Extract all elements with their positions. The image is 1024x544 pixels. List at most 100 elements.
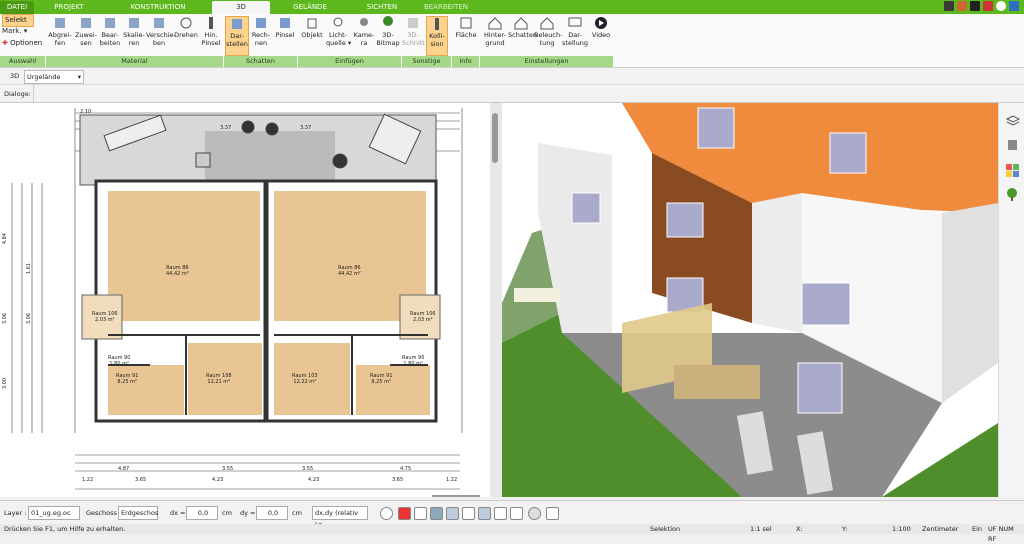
rechnen-button[interactable]: Rech- nen [250, 16, 272, 56]
view-control-bar: 3D Urgelände ▾ [0, 68, 1024, 85]
play-icon [595, 17, 607, 29]
room-label: Raum 108 12,21 m² [206, 373, 232, 385]
chair-icon [307, 18, 317, 29]
dim-bottom-8: 3.65 [392, 477, 404, 483]
terrain-select[interactable]: Urgelände ▾ [24, 70, 84, 84]
kamera-button[interactable]: Kame- ra [352, 16, 376, 56]
view-splitter[interactable] [490, 103, 502, 497]
skalieren-button[interactable]: Skalie- ren [122, 16, 146, 56]
room-label: Raum 86 44,42 m² [166, 265, 189, 277]
color-icon[interactable] [430, 507, 443, 520]
dy-label: dy = [240, 509, 256, 517]
room-label: Raum 106 2,03 m² [410, 311, 436, 323]
record-icon[interactable] [398, 507, 411, 520]
scale-status: 1:100 [892, 525, 911, 533]
dim-bottom-1: 4.87 [118, 466, 130, 472]
drehen-button[interactable]: Drehen [174, 16, 198, 56]
dialog-label: Dialoge: [4, 90, 31, 98]
dim-bottom-4: 4.75 [400, 466, 412, 472]
cut-icon [408, 18, 418, 28]
plane-icon[interactable] [478, 507, 491, 520]
pinsel-button[interactable]: Pinsel [274, 16, 296, 56]
objekt-button[interactable]: Objekt [300, 16, 324, 56]
window-toggle-icon[interactable] [546, 507, 559, 520]
toolbar-icon[interactable] [957, 1, 967, 11]
dim-top-3: 3.37 [300, 125, 312, 131]
layer-select[interactable]: 01_ug.eg.oc [28, 506, 80, 520]
dx-input[interactable]: 0,0 [186, 506, 218, 520]
raster-icon[interactable] [510, 507, 523, 520]
window-icon[interactable] [970, 1, 980, 11]
unit-status: Zentimeter [922, 525, 959, 533]
tab-konstruktion[interactable]: KONSTRUKTION [108, 1, 208, 14]
geschoss-select[interactable]: Erdgeschos [118, 506, 158, 520]
tab-projekt[interactable]: PROJEKT [38, 1, 100, 14]
layers-icon[interactable] [1005, 113, 1020, 128]
optionen-button[interactable]: ✚ Optionen [2, 38, 42, 49]
north-icon[interactable] [528, 507, 541, 520]
darstellung-button[interactable]: Dar- stellung [562, 16, 588, 56]
hin-pinsel-button[interactable]: Hin. Pinsel [200, 16, 222, 56]
dim-bottom-6: 4.23 [212, 477, 224, 483]
cm-label: cm [292, 509, 302, 517]
3d-view[interactable] [502, 103, 998, 497]
edit-icon [105, 18, 115, 28]
help-icon[interactable] [996, 1, 1006, 11]
material-palette-icon[interactable] [1005, 163, 1020, 178]
input-mode-select[interactable]: dx,dy (relativ kz [312, 506, 368, 529]
floor-plan-view[interactable]: 2.10 3.37 3.37 4.87 3.55 3.55 4.75 3.65 … [0, 103, 490, 497]
horizontal-scrollbar[interactable] [432, 495, 480, 497]
floor-plan-canvas [11, 108, 463, 490]
dy-input[interactable]: 0,0 [256, 506, 288, 520]
clock-icon[interactable] [380, 507, 393, 520]
room-label: Raum 90 1,80 m² [402, 355, 425, 367]
dim-bottom-2: 3.55 [222, 466, 234, 472]
grid-icon[interactable] [414, 507, 427, 520]
flaeche-button[interactable]: Fläche [454, 16, 478, 56]
pen-icon[interactable] [944, 1, 954, 11]
tab-3d[interactable]: 3D [212, 1, 270, 14]
render-icon [256, 18, 266, 28]
beleuchtung-button[interactable]: Beleuch- tung [534, 16, 562, 56]
zuweisen-button[interactable]: Zuwei- sen [74, 16, 98, 56]
darstellen-button[interactable]: Dar- stellen [225, 16, 249, 56]
dim-left-4: 1.61 [26, 263, 32, 275]
dim-bottom-9: 1.22 [82, 477, 94, 483]
tab-bearbeiten[interactable]: BEARBEITEN [418, 1, 474, 14]
chair-icon[interactable] [1005, 137, 1020, 152]
3d-bitmap-button[interactable]: 3D- Bitmap [376, 16, 400, 56]
assign-icon [81, 18, 91, 28]
line-icon[interactable] [446, 507, 459, 520]
tab-datei[interactable]: DATEI [0, 1, 34, 14]
snap-icon[interactable] [462, 507, 475, 520]
tab-gelaende[interactable]: GELÄNDE [272, 1, 348, 14]
tab-sichten[interactable]: SICHTEN [350, 1, 414, 14]
vertical-scrollbar[interactable] [492, 113, 498, 163]
room-label: Raum 86 44,42 m² [338, 265, 361, 277]
room-label: Raum 91 8,25 m² [370, 373, 393, 385]
mark-button[interactable]: Mark. ▾ [2, 26, 27, 37]
y-coordinate: Y: [842, 525, 848, 533]
pipette-icon [55, 18, 65, 28]
abgreifen-button[interactable]: Abgrei- fen [48, 16, 72, 56]
layer-icon[interactable] [494, 507, 507, 520]
dim-bottom-10: 1.22 [446, 477, 458, 483]
monitor-icon [568, 17, 582, 27]
video-button[interactable]: Video [590, 16, 612, 56]
hintergrund-button[interactable]: Hinter- grund [482, 16, 508, 56]
verschieben-button[interactable]: Verschie- ben [146, 16, 176, 56]
selection-status: Selektion [650, 525, 681, 533]
lichtquelle-button[interactable]: Licht- quelle ▾ [326, 16, 351, 56]
schatten-button[interactable]: Schatten [508, 16, 537, 56]
help-text: Drücken Sie F1, um Hilfe zu erhalten. [4, 525, 126, 533]
close-file-icon[interactable] [983, 1, 993, 11]
group-material: Material [46, 56, 224, 67]
tree-icon[interactable] [1005, 187, 1020, 202]
cm-label: cm [222, 509, 232, 517]
kollision-button[interactable]: Kolli- sion [426, 16, 448, 56]
bearbeiten-button[interactable]: Bear- beiten [98, 16, 122, 56]
3d-schnitt-button[interactable]: 3D- Schnitt [402, 16, 425, 56]
bulb-icon [333, 17, 343, 27]
settings-icon[interactable] [1009, 1, 1019, 11]
dim-left-1: 4.84 [2, 233, 8, 245]
